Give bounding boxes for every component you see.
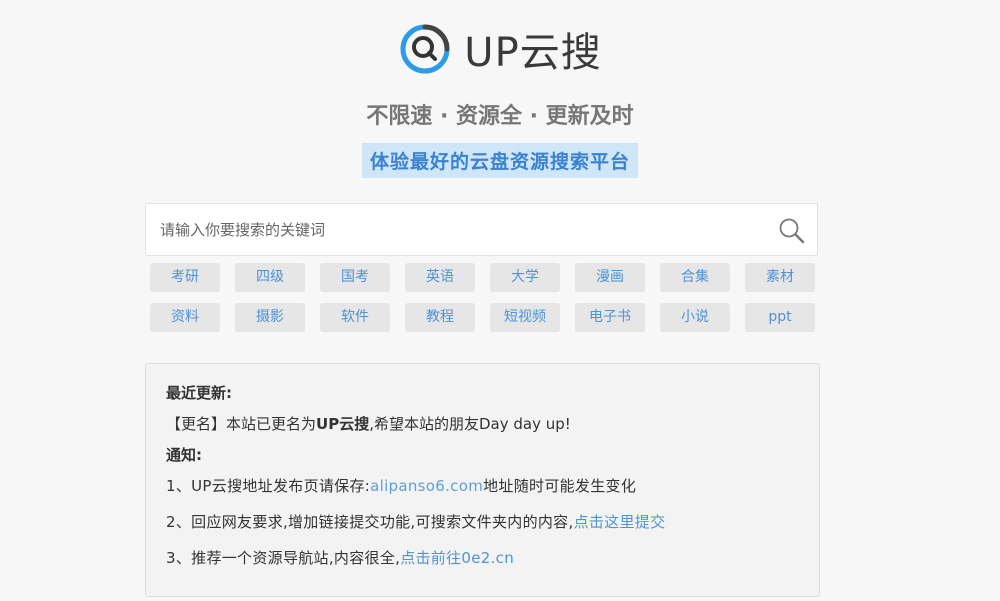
search-icon[interactable]	[777, 216, 807, 246]
search-box	[145, 203, 818, 256]
address-link[interactable]: alipanso6.com	[370, 477, 483, 495]
hot-tags: 考研 四级 国考 英语 大学 漫画 合集 素材 资料 摄影 软件 教程 短视频 …	[150, 263, 830, 343]
rename-notice: 【更名】本站已更名为UP云搜,希望本站的朋友Day day up!	[166, 413, 799, 434]
site-logo[interactable]: UP云搜	[0, 20, 1000, 78]
notice-item-2: 2、回应网友要求,增加链接提交功能,可搜索文件夹内的内容,点击这里提交	[166, 511, 799, 532]
tag-item[interactable]: 摄影	[235, 303, 305, 332]
notice-panel: 最近更新: 【更名】本站已更名为UP云搜,希望本站的朋友Day day up! …	[145, 363, 820, 597]
tag-row-2: 资料 摄影 软件 教程 短视频 电子书 小说 ppt	[150, 303, 830, 332]
tag-item[interactable]: 合集	[660, 263, 730, 292]
tag-item[interactable]: 电子书	[575, 303, 645, 332]
notice-item-3: 3、推荐一个资源导航站,内容很全,点击前往0e2.cn	[166, 547, 799, 568]
notice-item-1: 1、UP云搜地址发布页请保存:alipanso6.com地址随时可能发生变化	[166, 475, 799, 496]
tag-item[interactable]: 软件	[320, 303, 390, 332]
logo-text: UP云搜	[464, 30, 602, 76]
tag-item[interactable]: 小说	[660, 303, 730, 332]
tag-item[interactable]: 四级	[235, 263, 305, 292]
nav-site-link[interactable]: 点击前往0e2.cn	[400, 549, 514, 567]
tag-item[interactable]: 英语	[405, 263, 475, 292]
item1-prefix: 1、UP云搜地址发布页请保存:	[166, 477, 371, 495]
tag-item[interactable]: 国考	[320, 263, 390, 292]
tag-item[interactable]: ppt	[745, 303, 815, 332]
rename-suffix: ,希望本站的朋友Day day up!	[369, 415, 571, 433]
item1-suffix: 地址随时可能发生变化	[483, 477, 637, 495]
tag-item[interactable]: 大学	[490, 263, 560, 292]
tag-item[interactable]: 考研	[150, 263, 220, 292]
slogan-banner: 体验最好的云盘资源搜索平台	[361, 143, 638, 178]
rename-prefix: 【更名】本站已更名为	[166, 415, 317, 433]
tagline: 不限速 · 资源全 · 更新及时	[366, 104, 634, 129]
magnifier-logo-icon	[400, 24, 450, 74]
tag-item[interactable]: 漫画	[575, 263, 645, 292]
search-input[interactable]	[146, 204, 774, 255]
recent-updates-title: 最近更新:	[166, 384, 232, 402]
item2-text: 2、回应网友要求,增加链接提交功能,可搜索文件夹内的内容,	[166, 513, 574, 531]
notify-title: 通知:	[166, 446, 202, 464]
tag-item[interactable]: 资料	[150, 303, 220, 332]
item3-text: 3、推荐一个资源导航站,内容很全,	[166, 549, 401, 567]
tag-item[interactable]: 素材	[745, 263, 815, 292]
tag-row-1: 考研 四级 国考 英语 大学 漫画 合集 素材	[150, 263, 830, 292]
rename-name: UP云搜	[316, 415, 370, 433]
tag-item[interactable]: 短视频	[490, 303, 560, 332]
submit-link[interactable]: 点击这里提交	[574, 513, 666, 531]
tag-item[interactable]: 教程	[405, 303, 475, 332]
